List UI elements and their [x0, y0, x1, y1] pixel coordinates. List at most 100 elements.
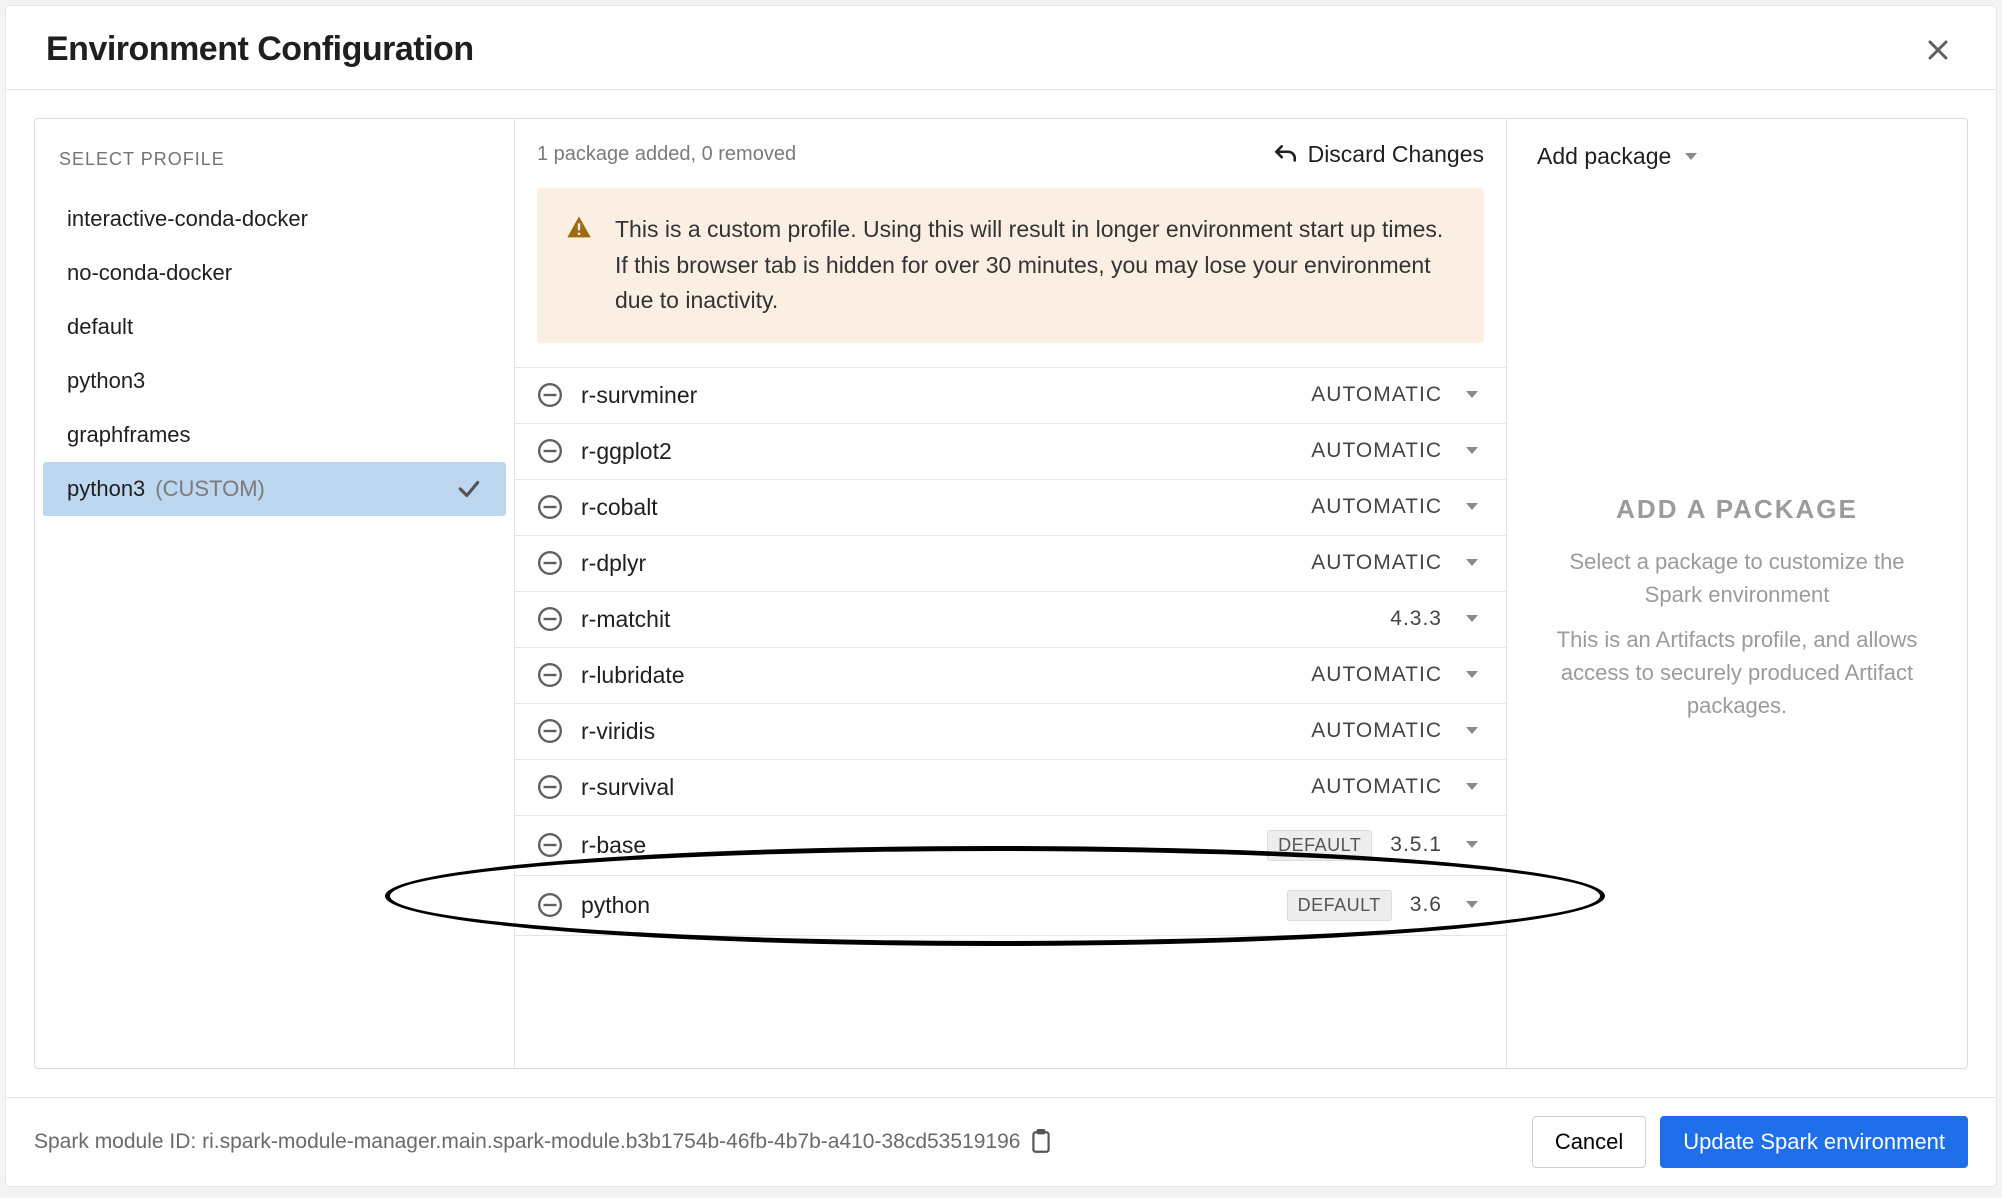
profile-list: interactive-conda-docker no-conda-docker d…	[35, 192, 514, 516]
package-version: AUTOMATIC	[1311, 439, 1442, 463]
package-version: AUTOMATIC	[1311, 663, 1442, 687]
version-caret-down-icon[interactable]	[1460, 609, 1484, 629]
caret-down-icon	[1683, 151, 1699, 163]
clipboard-icon[interactable]	[1030, 1129, 1052, 1155]
version-caret-down-icon[interactable]	[1460, 497, 1484, 517]
remove-package-icon[interactable]	[537, 662, 563, 688]
check-icon	[456, 476, 482, 502]
version-caret-down-icon[interactable]	[1460, 441, 1484, 461]
close-icon	[1926, 38, 1950, 62]
package-version: AUTOMATIC	[1311, 719, 1442, 743]
package-version: AUTOMATIC	[1311, 383, 1442, 407]
warning-text: This is a custom profile. Using this wil…	[615, 212, 1456, 319]
package-version: 4.3.3	[1390, 607, 1442, 631]
package-row-r-survminer: r-survminer AUTOMATIC	[515, 368, 1506, 424]
profile-section-title: SELECT PROFILE	[35, 139, 514, 192]
profile-item-no-conda-docker[interactable]: no-conda-docker	[43, 246, 506, 300]
package-row-r-cobalt: r-cobalt AUTOMATIC	[515, 480, 1506, 536]
version-caret-down-icon[interactable]	[1460, 777, 1484, 797]
package-name: python	[581, 892, 1269, 919]
package-row-python: python DEFAULT 3.6	[515, 876, 1506, 936]
change-summary: 1 package added, 0 removed	[537, 143, 796, 166]
package-name: r-lubridate	[581, 662, 1293, 689]
profile-item-default[interactable]: default	[43, 300, 506, 354]
cancel-button[interactable]: Cancel	[1532, 1116, 1646, 1168]
version-caret-down-icon[interactable]	[1460, 553, 1484, 573]
package-row-r-survival: r-survival AUTOMATIC	[515, 760, 1506, 816]
remove-package-icon[interactable]	[537, 494, 563, 520]
profile-name: graphframes	[67, 422, 191, 448]
add-package-panel: Add package ADD A PACKAGE Select a packa…	[1507, 119, 1967, 1068]
remove-package-icon[interactable]	[537, 774, 563, 800]
package-name: r-cobalt	[581, 494, 1293, 521]
package-row-r-matchit: r-matchit 4.3.3	[515, 592, 1506, 648]
add-package-button[interactable]: Add package	[1535, 139, 1939, 174]
module-id: Spark module ID: ri.spark-module-manager…	[34, 1129, 1518, 1155]
package-name: r-survminer	[581, 382, 1293, 409]
package-row-r-base: r-base DEFAULT 3.5.1	[515, 816, 1506, 876]
package-name: r-ggplot2	[581, 438, 1293, 465]
package-row-r-ggplot2: r-ggplot2 AUTOMATIC	[515, 424, 1506, 480]
remove-package-icon[interactable]	[537, 718, 563, 744]
discard-changes-label: Discard Changes	[1308, 141, 1484, 168]
package-name: r-dplyr	[581, 550, 1293, 577]
dialog-body: SELECT PROFILE interactive-conda-docker n…	[34, 118, 1968, 1069]
remove-package-icon[interactable]	[537, 438, 563, 464]
version-caret-down-icon[interactable]	[1460, 665, 1484, 685]
profile-item-python3[interactable]: python3	[43, 354, 506, 408]
profile-name: python3	[67, 476, 145, 502]
empty-state-line2: This is an Artifacts profile, and allows…	[1553, 623, 1921, 722]
remove-package-icon[interactable]	[537, 382, 563, 408]
version-caret-down-icon[interactable]	[1460, 895, 1484, 915]
package-version: 3.6	[1410, 893, 1442, 917]
dialog-body-wrap: SELECT PROFILE interactive-conda-docker n…	[6, 90, 1996, 1097]
close-button[interactable]	[1920, 32, 1956, 68]
profile-name: no-conda-docker	[67, 260, 232, 286]
dialog-footer: Spark module ID: ri.spark-module-manager…	[6, 1097, 1996, 1186]
discard-changes-button[interactable]: Discard Changes	[1272, 141, 1484, 168]
add-package-label: Add package	[1537, 143, 1671, 170]
profile-name: default	[67, 314, 133, 340]
warning-icon	[565, 214, 593, 242]
undo-icon	[1272, 142, 1298, 168]
default-badge: DEFAULT	[1267, 830, 1372, 861]
version-caret-down-icon[interactable]	[1460, 721, 1484, 741]
profile-item-graphframes[interactable]: graphframes	[43, 408, 506, 462]
package-version: AUTOMATIC	[1311, 775, 1442, 799]
package-name: r-viridis	[581, 718, 1293, 745]
custom-profile-warning: This is a custom profile. Using this wil…	[537, 188, 1484, 343]
remove-package-icon[interactable]	[537, 892, 563, 918]
profile-item-python3-custom[interactable]: python3 (CUSTOM)	[43, 462, 506, 516]
package-version: 3.5.1	[1390, 833, 1442, 857]
package-name: r-base	[581, 832, 1249, 859]
package-version: AUTOMATIC	[1311, 495, 1442, 519]
package-row-r-dplyr: r-dplyr AUTOMATIC	[515, 536, 1506, 592]
remove-package-icon[interactable]	[537, 550, 563, 576]
profile-name: python3	[67, 368, 145, 394]
dialog-title: Environment Configuration	[46, 30, 474, 69]
default-badge: DEFAULT	[1287, 890, 1392, 921]
env-config-dialog: Environment Configuration SELECT PROFILE…	[6, 6, 1996, 1186]
dialog-header: Environment Configuration	[6, 6, 1996, 90]
version-caret-down-icon[interactable]	[1460, 835, 1484, 855]
version-caret-down-icon[interactable]	[1460, 385, 1484, 405]
package-list: r-survminerAUTOMATICr-ggplot2AUTOMATICr-…	[515, 367, 1506, 936]
empty-state-line1: Select a package to customize the Spark …	[1553, 545, 1921, 611]
remove-package-icon[interactable]	[537, 606, 563, 632]
module-id-text: Spark module ID: ri.spark-module-manager…	[34, 1130, 1020, 1154]
profile-item-interactive-conda-docker[interactable]: interactive-conda-docker	[43, 192, 506, 246]
package-panel: 1 package added, 0 removed Discard Chang…	[515, 119, 1507, 1068]
profile-name: interactive-conda-docker	[67, 206, 308, 232]
package-panel-header: 1 package added, 0 removed Discard Chang…	[515, 139, 1506, 184]
package-name: r-survival	[581, 774, 1293, 801]
package-version: AUTOMATIC	[1311, 551, 1442, 575]
add-package-empty-state: ADD A PACKAGE Select a package to custom…	[1535, 494, 1939, 722]
custom-tag: (CUSTOM)	[155, 476, 265, 502]
empty-state-title: ADD A PACKAGE	[1553, 494, 1921, 525]
remove-package-icon[interactable]	[537, 832, 563, 858]
package-name: r-matchit	[581, 606, 1372, 633]
package-row-r-viridis: r-viridis AUTOMATIC	[515, 704, 1506, 760]
package-row-r-lubridate: r-lubridate AUTOMATIC	[515, 648, 1506, 704]
profile-panel: SELECT PROFILE interactive-conda-docker n…	[35, 119, 515, 1068]
update-button[interactable]: Update Spark environment	[1660, 1116, 1968, 1168]
